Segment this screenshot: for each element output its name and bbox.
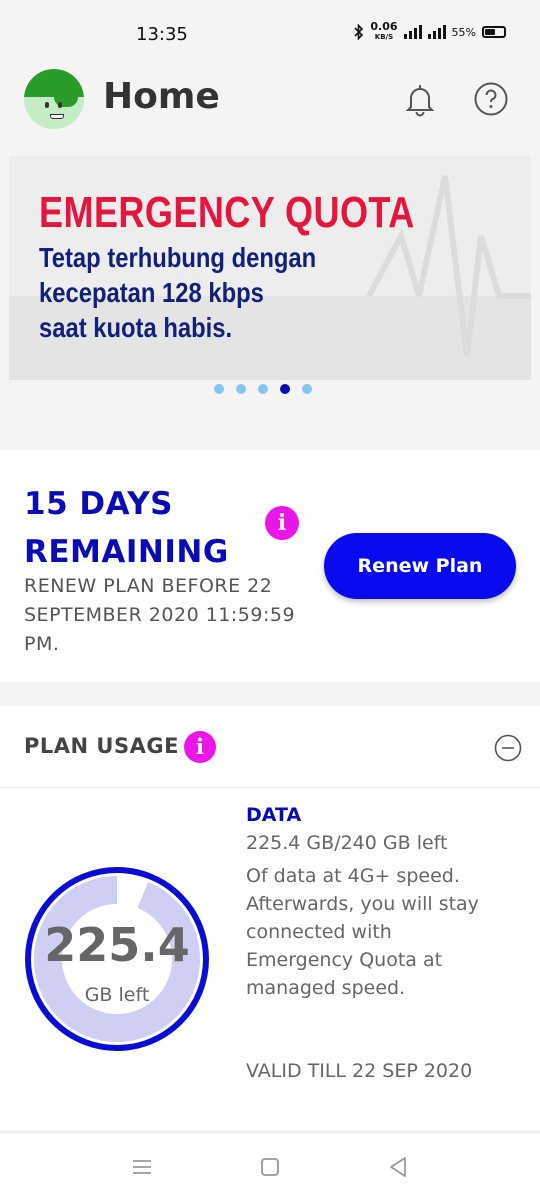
banner-subtitle: Tetap terhubung dengan kecepatan 128 kbp… — [39, 242, 317, 343]
plan-usage-card: PLAN USAGE i 225.4 GB left DATA 225.4 GB… — [0, 706, 540, 1130]
plan-info-icon[interactable]: i — [265, 506, 299, 540]
carousel-dot[interactable] — [214, 384, 224, 394]
bluetooth-icon — [354, 24, 364, 40]
gauge-value: 225.4 — [44, 918, 190, 972]
status-icons: 0.06 KB/S 55% — [354, 20, 506, 42]
battery-percent: 55% — [451, 25, 476, 39]
menu-icon[interactable] — [130, 1155, 154, 1179]
carousel-dot[interactable] — [302, 384, 312, 394]
bell-icon[interactable] — [402, 81, 438, 117]
net-speed: 0.06 KB/S — [370, 20, 398, 41]
battery-icon — [482, 26, 506, 38]
app-header: Home — [0, 66, 540, 146]
usage-info-icon[interactable]: i — [184, 731, 216, 763]
banner-title: EMERGENCY QUOTA — [39, 188, 415, 237]
signal-icon-2 — [427, 25, 446, 39]
renew-plan-button[interactable]: Renew Plan — [324, 533, 516, 599]
usage-header[interactable]: PLAN USAGE i — [0, 706, 540, 788]
data-amount: 225.4 GB/240 GB left — [246, 832, 448, 854]
valid-till: VALID TILL 22 SEP 2020 — [246, 1060, 473, 1082]
home-icon[interactable] — [258, 1155, 282, 1179]
status-time: 13:35 — [136, 24, 188, 45]
help-icon[interactable] — [473, 81, 509, 117]
promo-carousel[interactable]: EMERGENCY QUOTA Tetap terhubung dengan k… — [0, 146, 540, 448]
renew-note: RENEW PLAN BEFORE 22 SEPTEMBER 2020 11:5… — [24, 575, 296, 655]
collapse-icon[interactable] — [494, 734, 522, 762]
avatar[interactable] — [24, 69, 84, 129]
carousel-dot[interactable] — [236, 384, 246, 394]
carousel-dot[interactable] — [258, 384, 268, 394]
carousel-dots — [214, 384, 312, 394]
signal-icon-1 — [403, 25, 422, 39]
system-nav-bar — [0, 1132, 540, 1200]
data-gauge: 225.4 GB left — [24, 866, 210, 1052]
carousel-dot-active[interactable] — [280, 384, 290, 394]
data-label: DATA — [246, 804, 302, 826]
status-bar: 13:35 0.06 KB/S 55% — [0, 0, 540, 66]
data-description: Of data at 4G+ speed. Afterwards, you wi… — [246, 865, 479, 999]
promo-banner[interactable]: EMERGENCY QUOTA Tetap terhubung dengan k… — [9, 156, 531, 380]
gauge-unit: GB left — [84, 984, 150, 1006]
days-remaining: 15 DAYS REMAINING — [24, 486, 229, 570]
back-icon[interactable] — [386, 1155, 410, 1179]
usage-title: PLAN USAGE — [24, 734, 179, 758]
page-title: Home — [103, 76, 220, 117]
plan-card: 15 DAYS REMAINING i RENEW PLAN BEFORE 22… — [0, 450, 540, 682]
